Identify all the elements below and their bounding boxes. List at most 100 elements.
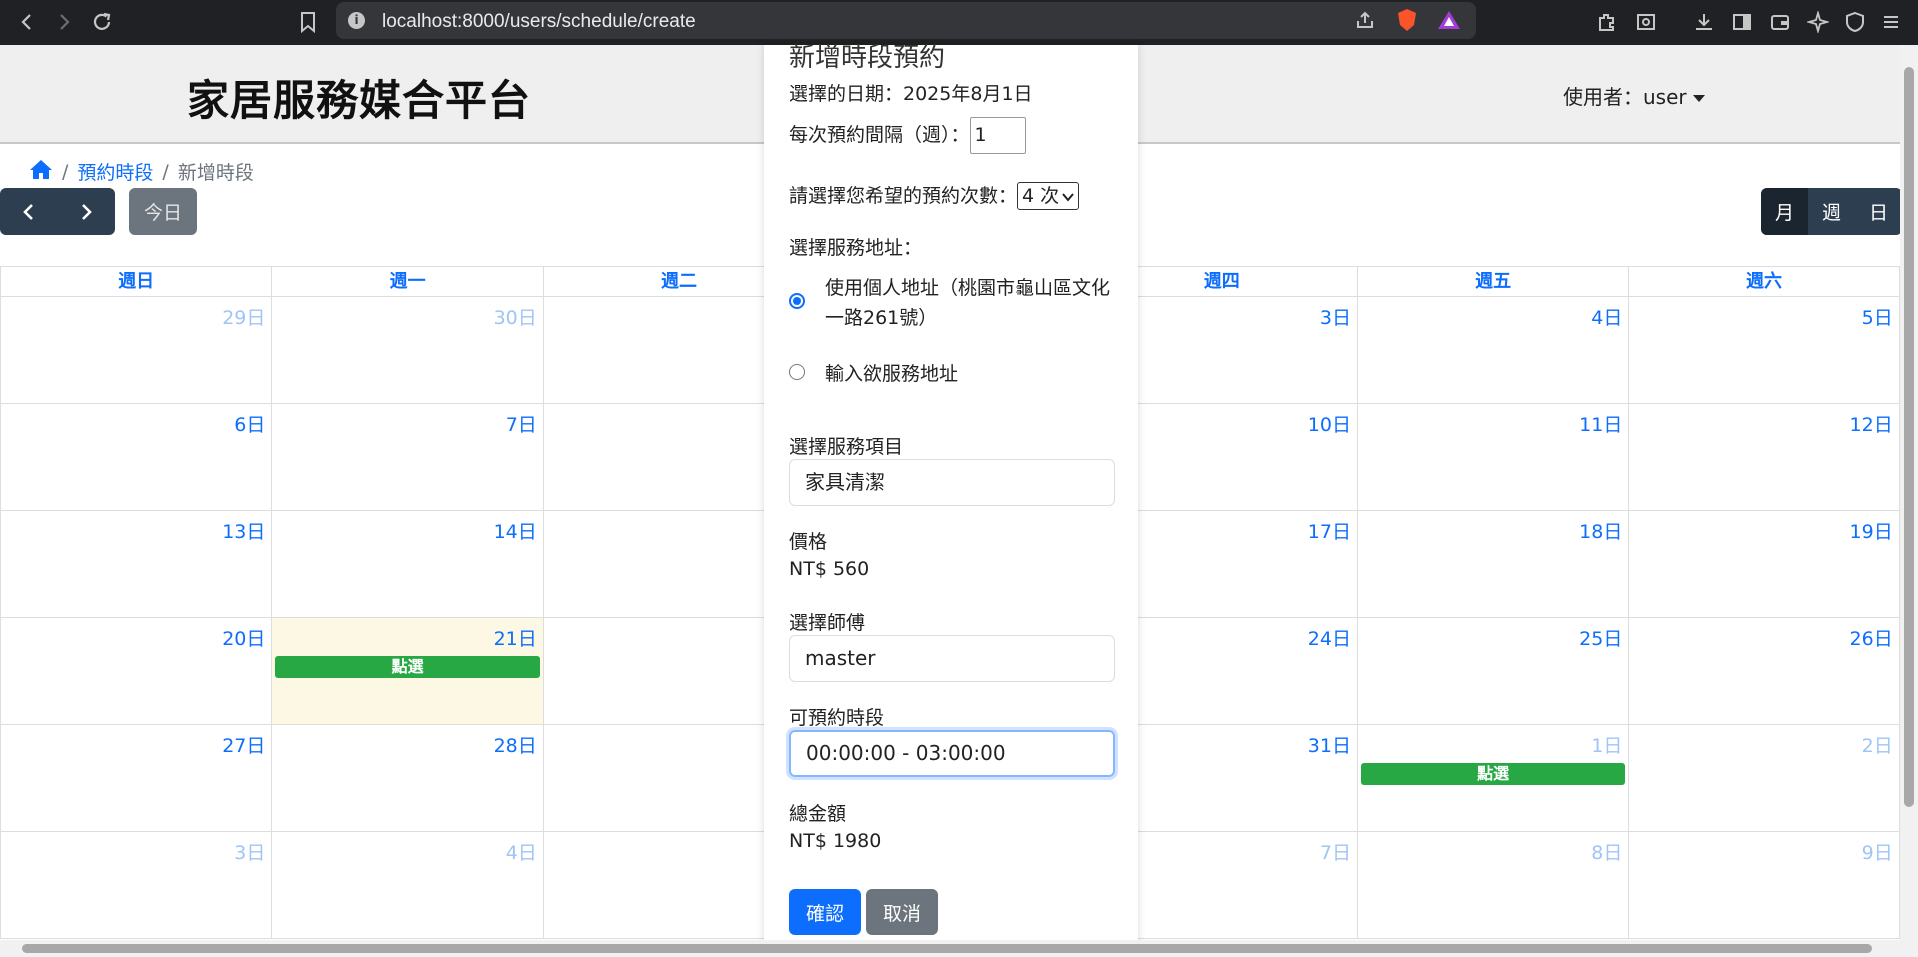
day-number[interactable]: 31日 [1308, 731, 1351, 758]
vertical-scrollbar[interactable] [1900, 45, 1918, 957]
share-icon[interactable] [1352, 7, 1378, 33]
user-label: 使用者：user [1563, 85, 1687, 109]
day-number[interactable]: 4日 [506, 838, 537, 865]
reload-icon[interactable] [86, 6, 118, 38]
calendar-day-cell[interactable]: 14日 [271, 511, 543, 618]
address-custom-radio[interactable] [789, 364, 805, 380]
home-icon[interactable] [29, 158, 53, 185]
horizontal-scrollbar[interactable] [0, 940, 1900, 957]
master-select[interactable]: master [789, 635, 1115, 682]
day-number[interactable]: 13日 [222, 517, 265, 544]
count-select[interactable]: 4 次 [1017, 182, 1080, 210]
site-info-icon[interactable]: i [348, 12, 365, 29]
calendar-day-cell[interactable]: 26日 [1628, 618, 1900, 725]
calendar-day-cell[interactable]: 8日 [1356, 832, 1629, 939]
back-icon[interactable] [11, 6, 43, 38]
brave-shield-icon[interactable] [1394, 7, 1420, 33]
calendar-event[interactable]: 點選 [1360, 763, 1626, 785]
day-number[interactable]: 3日 [234, 838, 265, 865]
site-title[interactable]: 家居服務媒合平台 [187, 67, 531, 128]
calendar-day-cell[interactable]: 11日 [1356, 404, 1629, 511]
address-custom-label[interactable]: 輸入欲服務地址 [825, 359, 958, 386]
vpn-icon[interactable] [1842, 9, 1868, 35]
day-number[interactable]: 21日 [494, 624, 537, 651]
calendar-day-cell[interactable]: 20日 [0, 618, 272, 725]
wallet-icon[interactable] [1767, 9, 1793, 35]
day-number[interactable]: 7日 [506, 410, 537, 437]
brave-rewards-icon[interactable] [1436, 7, 1462, 33]
calendar-day-cell[interactable]: 5日 [1628, 297, 1900, 404]
day-number[interactable]: 3日 [1320, 303, 1351, 330]
browser-menu-icon[interactable] [1878, 9, 1904, 35]
day-number[interactable]: 14日 [494, 517, 537, 544]
day-number[interactable]: 29日 [222, 303, 265, 330]
calendar-day-cell[interactable]: 30日 [271, 297, 543, 404]
address-personal-label[interactable]: 使用個人地址（桃園市龜山區文化一路261號） [825, 273, 1115, 333]
day-number[interactable]: 18日 [1579, 517, 1622, 544]
view-week-button[interactable]: 週 [1808, 188, 1855, 235]
cancel-button[interactable]: 取消 [866, 889, 938, 935]
day-number[interactable]: 12日 [1850, 410, 1893, 437]
view-month-button[interactable]: 月 [1761, 188, 1808, 235]
day-number[interactable]: 11日 [1579, 410, 1622, 437]
download-icon[interactable] [1691, 9, 1717, 35]
day-number[interactable]: 8日 [1591, 838, 1622, 865]
day-number[interactable]: 20日 [222, 624, 265, 651]
day-number[interactable]: 24日 [1308, 624, 1351, 651]
scrollbar-thumb[interactable] [22, 944, 1872, 953]
day-number[interactable]: 9日 [1862, 838, 1893, 865]
calendar-day-cell[interactable]: 18日 [1356, 511, 1629, 618]
address-personal-radio[interactable] [789, 293, 805, 309]
calendar-day-cell[interactable]: 13日 [0, 511, 272, 618]
day-number[interactable]: 17日 [1308, 517, 1351, 544]
next-month-button[interactable] [58, 188, 116, 235]
day-number[interactable]: 30日 [494, 303, 537, 330]
calendar-day-cell[interactable]: 2日 [1628, 725, 1900, 832]
day-number[interactable]: 2日 [1862, 731, 1893, 758]
day-number[interactable]: 1日 [1591, 731, 1622, 758]
calendar-day-cell[interactable]: 1日點選 [1356, 725, 1629, 832]
bookmark-icon[interactable] [292, 6, 324, 38]
calendar-day-cell[interactable]: 25日 [1356, 618, 1629, 725]
address-bar[interactable]: i localhost:8000/users/schedule/create [336, 2, 1476, 39]
calendar-day-cell[interactable]: 9日 [1628, 832, 1900, 939]
day-number[interactable]: 19日 [1850, 517, 1893, 544]
view-day-button[interactable]: 日 [1855, 188, 1902, 235]
forward-icon[interactable] [48, 6, 80, 38]
day-number[interactable]: 26日 [1850, 624, 1893, 651]
prev-month-button[interactable] [0, 188, 58, 235]
calendar-day-cell[interactable]: 19日 [1628, 511, 1900, 618]
day-number[interactable]: 27日 [222, 731, 265, 758]
today-button[interactable]: 今日 [129, 188, 197, 235]
day-number[interactable]: 5日 [1862, 303, 1893, 330]
weekday-label: 週五 [1356, 266, 1629, 297]
calendar-day-cell[interactable]: 12日 [1628, 404, 1900, 511]
interval-input[interactable]: 1 [969, 117, 1026, 154]
calendar-day-cell[interactable]: 21日點選 [271, 618, 543, 725]
day-number[interactable]: 25日 [1579, 624, 1622, 651]
calendar-day-cell[interactable]: 7日 [271, 404, 543, 511]
day-number[interactable]: 7日 [1320, 838, 1351, 865]
scrollbar-thumb[interactable] [1904, 67, 1914, 807]
day-number[interactable]: 6日 [234, 410, 265, 437]
day-number[interactable]: 10日 [1308, 410, 1351, 437]
calendar-event[interactable]: 點選 [275, 656, 540, 678]
calendar-day-cell[interactable]: 28日 [271, 725, 543, 832]
slot-select[interactable]: 00:00:00 - 03:00:00 [789, 730, 1115, 777]
calendar-day-cell[interactable]: 4日 [271, 832, 543, 939]
day-number[interactable]: 28日 [494, 731, 537, 758]
calendar-day-cell[interactable]: 4日 [1356, 297, 1629, 404]
day-number[interactable]: 4日 [1591, 303, 1622, 330]
service-select[interactable]: 家具清潔 [789, 459, 1115, 506]
confirm-button[interactable]: 確認 [789, 889, 861, 935]
calendar-day-cell[interactable]: 29日 [0, 297, 272, 404]
calendar-day-cell[interactable]: 3日 [0, 832, 272, 939]
extensions-icon[interactable] [1594, 9, 1620, 35]
reader-mode-icon[interactable] [1633, 9, 1659, 35]
calendar-day-cell[interactable]: 27日 [0, 725, 272, 832]
user-menu[interactable]: 使用者：user [1563, 81, 1705, 110]
leo-ai-icon[interactable] [1805, 9, 1831, 35]
calendar-day-cell[interactable]: 6日 [0, 404, 272, 511]
sidebar-icon[interactable] [1729, 9, 1755, 35]
breadcrumb-link-schedule[interactable]: 預約時段 [77, 158, 153, 185]
